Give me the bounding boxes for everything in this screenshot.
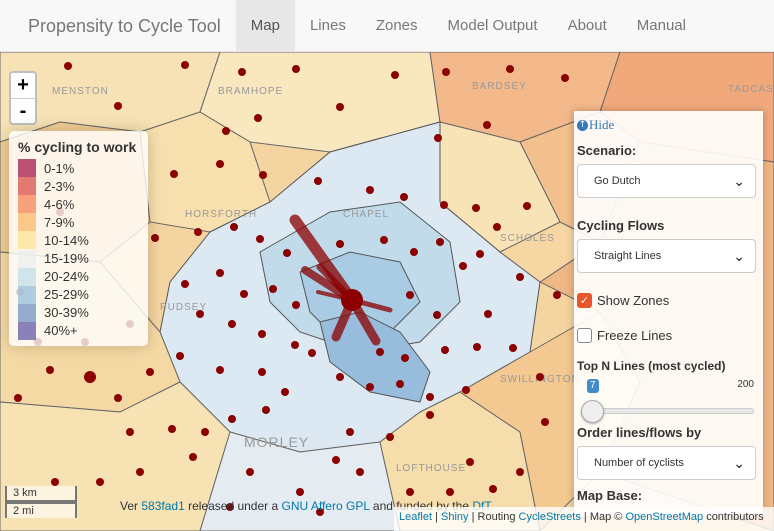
place-label: CHAPEL xyxy=(343,209,389,220)
checkbox-unchecked-icon xyxy=(577,328,592,343)
legend-label: 40%+ xyxy=(44,323,78,339)
legend-swatch xyxy=(18,303,36,322)
attribution-contributors: contributors xyxy=(706,511,764,523)
place-label: MORLEY xyxy=(244,434,309,450)
tab-map[interactable]: Map xyxy=(235,0,295,52)
flows-label: Cycling Flows xyxy=(577,218,665,233)
chevron-down-icon: ⌄ xyxy=(733,454,745,471)
hide-panel-link[interactable]: ↑ Hide xyxy=(577,117,760,133)
chevron-down-icon: ⌄ xyxy=(733,172,745,189)
control-panel: ↑ Hide Scenario: Go Dutch ⌄ Cycling Flow… xyxy=(574,111,763,516)
topn-max: 200 xyxy=(737,379,754,390)
legend-swatch xyxy=(18,285,36,304)
legend-swatch xyxy=(18,195,36,214)
tab-zones[interactable]: Zones xyxy=(361,0,433,52)
legend-item: 4-6% xyxy=(18,195,139,214)
cyclestreets-link[interactable]: CycleStreets xyxy=(519,511,581,523)
zoom-in-button[interactable]: + xyxy=(11,73,35,98)
flows-select[interactable]: Straight Lines ⌄ xyxy=(577,239,756,273)
slider-handle[interactable] xyxy=(581,400,604,423)
place-label: MENSTON xyxy=(52,86,109,97)
legend-item: 10-14% xyxy=(18,231,139,250)
order-value: Number of cyclists xyxy=(594,457,684,469)
legend-swatch xyxy=(18,177,36,196)
topn-slider[interactable]: 7 200 xyxy=(577,377,760,425)
legend-label: 0-1% xyxy=(44,160,75,176)
legend-item: 2-3% xyxy=(18,177,139,196)
map-base-label: Map Base: xyxy=(577,488,643,503)
tab-lines[interactable]: Lines xyxy=(295,0,361,52)
place-label: SCHOLES xyxy=(500,233,555,244)
legend-label: 15-19% xyxy=(44,251,89,267)
version-link[interactable]: 583fad1 xyxy=(141,499,184,513)
order-select[interactable]: Number of cyclists ⌄ xyxy=(577,446,756,480)
order-label: Order lines/flows by xyxy=(577,425,702,440)
scale-bar: 3 km 2 mi xyxy=(5,486,77,518)
scenario-select[interactable]: Go Dutch ⌄ xyxy=(577,164,756,198)
legend-swatch xyxy=(18,321,36,340)
place-label: BARDSEY xyxy=(472,81,527,92)
legend-label: 25-29% xyxy=(44,287,89,303)
legend-item: 25-29% xyxy=(18,285,139,304)
zoom-control: + - xyxy=(9,71,37,125)
flows-value: Straight Lines xyxy=(594,250,662,262)
centroid[interactable] xyxy=(341,289,363,311)
version-mid: released under a xyxy=(188,499,279,513)
scenario-label: Scenario: xyxy=(577,143,637,158)
scale-km: 3 km xyxy=(5,486,77,502)
slider-track[interactable] xyxy=(581,408,754,414)
osm-link[interactable]: OpenStreetMap xyxy=(625,511,703,523)
legend-swatch xyxy=(18,159,36,178)
legend-item: 0-1% xyxy=(18,159,139,178)
hide-label: Hide xyxy=(589,117,615,132)
attribution-routing: | Routing xyxy=(471,511,516,523)
tab-model-output[interactable]: Model Output xyxy=(433,0,553,52)
map-legend: % cycling to work 0-1% 2-3% 4-6% 7-9% 10-14%… xyxy=(9,131,148,346)
legend-label: 20-24% xyxy=(44,269,89,285)
topn-label: Top N Lines (most cycled) xyxy=(577,359,726,373)
legend-label: 30-39% xyxy=(44,305,89,321)
place-label: LOFTHOUSE xyxy=(396,463,466,474)
legend-swatch xyxy=(18,249,36,268)
map-attribution: Leaflet | Shiny | Routing CycleStreets |… xyxy=(394,507,774,531)
legend-swatch xyxy=(18,213,36,232)
freeze-lines-label: Freeze Lines xyxy=(597,328,673,343)
legend-item: 15-19% xyxy=(18,249,139,268)
checkbox-checked-icon: ✓ xyxy=(577,293,592,308)
place-label: BRAMHOPE xyxy=(218,86,283,97)
app-brand[interactable]: Propensity to Cycle Tool xyxy=(0,0,236,52)
attribution-map: | Map © xyxy=(583,511,623,523)
scale-mi: 2 mi xyxy=(5,502,77,518)
version-prefix: Ver xyxy=(120,499,139,513)
legend-swatch xyxy=(18,267,36,286)
legend-item: 7-9% xyxy=(18,213,139,232)
topn-value: 7 xyxy=(587,379,599,393)
show-zones-label: Show Zones xyxy=(597,293,670,308)
chevron-down-icon: ⌄ xyxy=(733,247,745,264)
legend-title: % cycling to work xyxy=(18,139,137,155)
tab-manual[interactable]: Manual xyxy=(622,0,701,52)
freeze-lines-checkbox[interactable]: Freeze Lines xyxy=(577,328,760,343)
shiny-link[interactable]: Shiny xyxy=(441,511,469,523)
place-label: HORSFORTH xyxy=(185,209,257,220)
legend-item: 30-39% xyxy=(18,303,139,322)
legend-label: 2-3% xyxy=(44,178,75,194)
arrow-up-icon: ↑ xyxy=(577,119,588,131)
legend-label: 10-14% xyxy=(44,232,89,248)
leaflet-link[interactable]: Leaflet xyxy=(399,511,432,523)
place-label: TADCAS xyxy=(728,84,774,95)
legend-item: 20-24% xyxy=(18,267,139,286)
license-link[interactable]: GNU Affero GPL xyxy=(282,499,370,513)
legend-label: 7-9% xyxy=(44,214,75,230)
attribution-separator: | xyxy=(435,511,438,523)
zoom-out-button[interactable]: - xyxy=(11,98,35,123)
show-zones-checkbox[interactable]: ✓ Show Zones xyxy=(577,293,760,308)
tab-about[interactable]: About xyxy=(553,0,622,52)
legend-label: 4-6% xyxy=(44,196,75,212)
scenario-value: Go Dutch xyxy=(594,175,641,187)
navbar: Propensity to Cycle Tool Map Lines Zones… xyxy=(0,0,774,52)
legend-item: 40%+ xyxy=(18,321,139,340)
legend-swatch xyxy=(18,231,36,250)
